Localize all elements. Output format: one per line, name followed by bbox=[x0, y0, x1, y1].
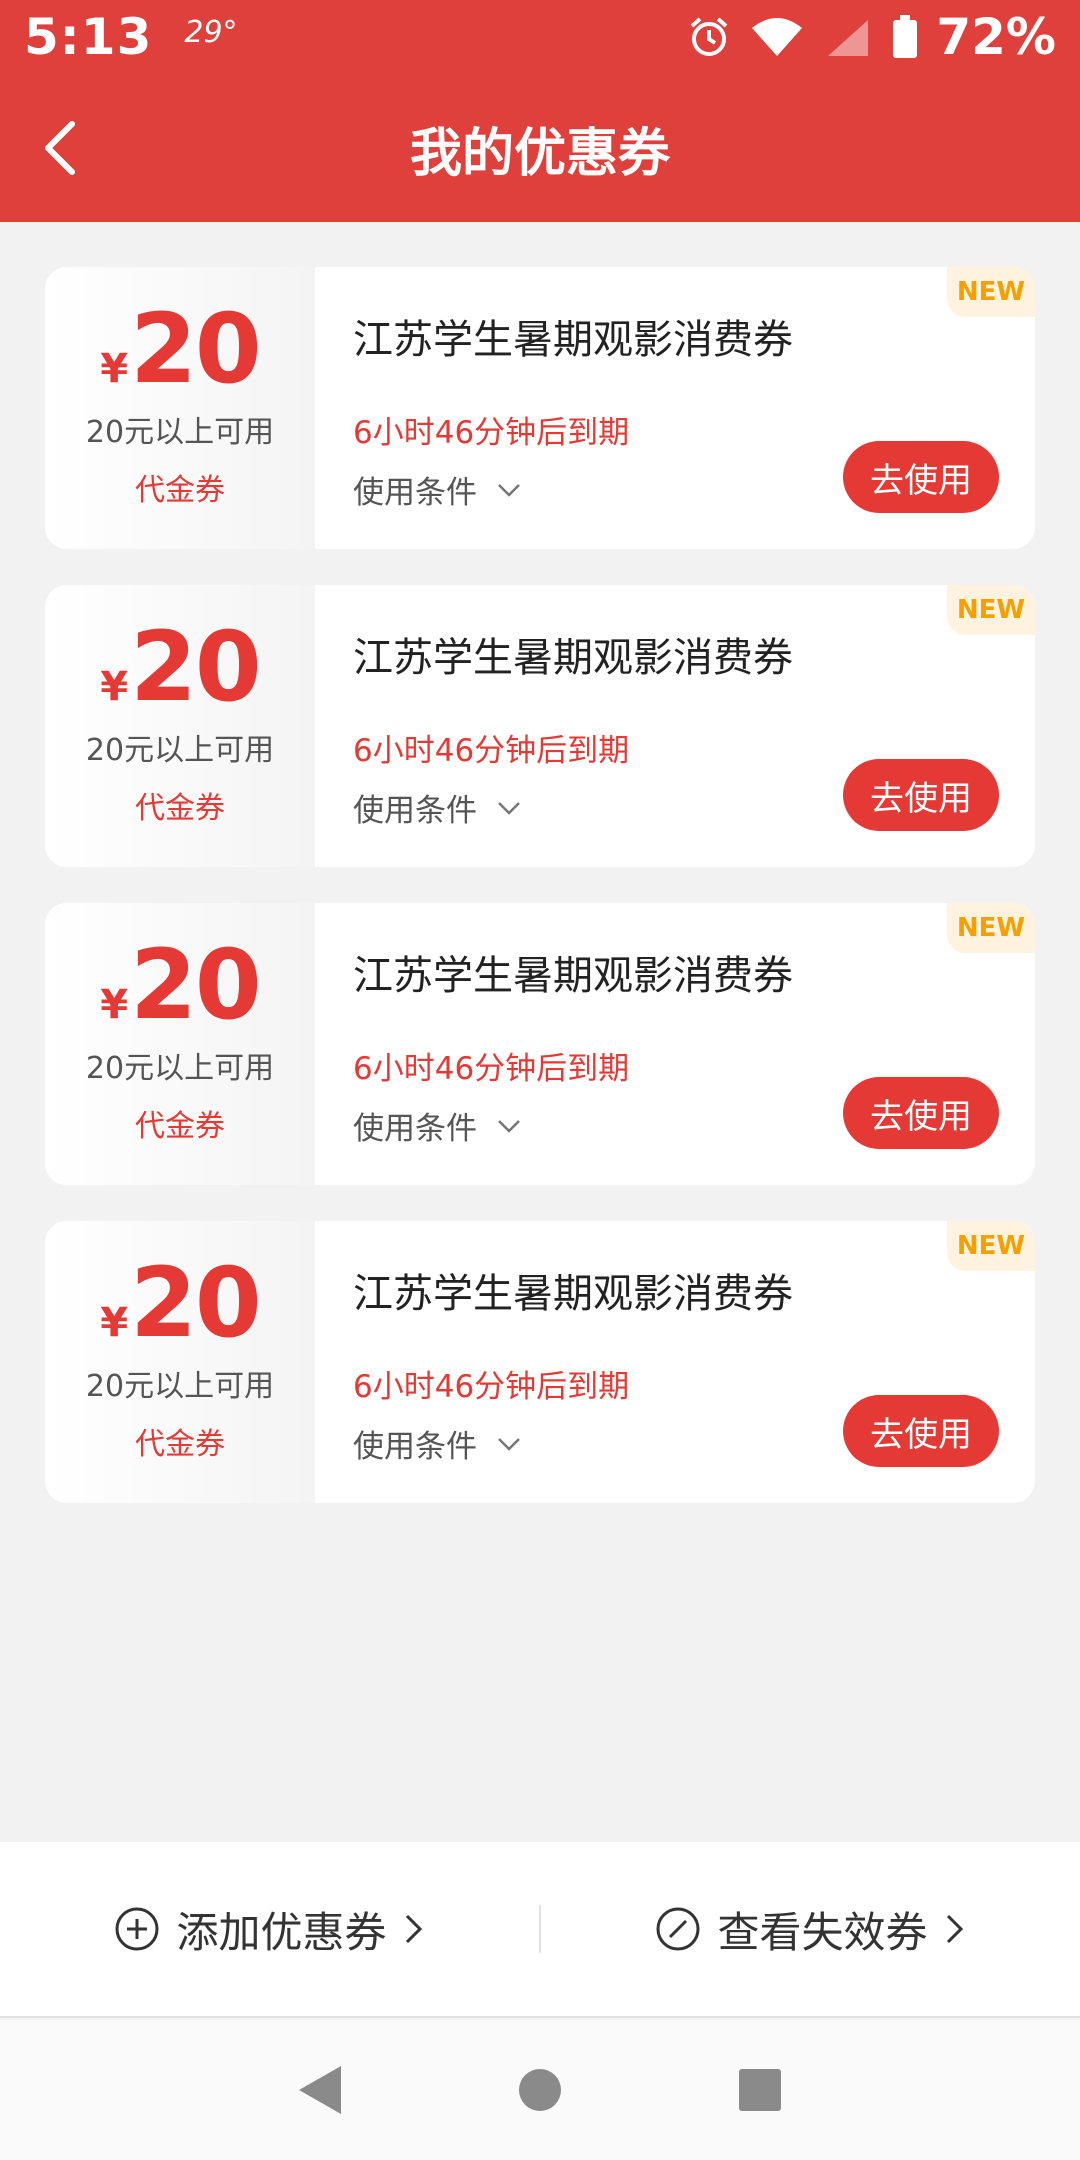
usage-conditions-label: 使用条件 bbox=[353, 475, 477, 511]
min-spend-condition: 20元以上可用 bbox=[85, 733, 275, 768]
back-button[interactable] bbox=[20, 108, 100, 188]
coupon-title: 江苏学生暑期观影消费券 bbox=[353, 635, 793, 681]
usage-conditions-toggle[interactable]: 使用条件 bbox=[353, 467, 521, 512]
system-recents-button[interactable] bbox=[720, 2050, 800, 2130]
add-coupon-button[interactable]: 添加优惠券 bbox=[0, 1899, 539, 1960]
chevron-down-icon bbox=[498, 1437, 520, 1451]
coupon-amount: ¥ 20 bbox=[100, 1247, 262, 1359]
chevron-right-icon bbox=[405, 1914, 422, 1944]
coupon-value-panel: ¥ 20 20元以上可用 代金券 bbox=[45, 1221, 315, 1503]
system-back-button[interactable] bbox=[280, 2050, 360, 2130]
currency-symbol: ¥ bbox=[100, 346, 129, 392]
chevron-left-icon bbox=[45, 121, 75, 175]
page-title: 我的优惠券 bbox=[409, 123, 670, 184]
coupon-details: 江苏学生暑期观影消费券 6小时46分钟后到期 使用条件 去使用 bbox=[315, 1221, 1035, 1503]
coupon-type: 代金券 bbox=[135, 1427, 225, 1462]
triangle-back-icon bbox=[299, 2066, 341, 2114]
status-time: 5:13 bbox=[24, 8, 153, 66]
coupon-type: 代金券 bbox=[135, 1109, 225, 1144]
app-header: 5:13 29° 72% 我的优惠券 bbox=[0, 0, 1080, 222]
new-badge: NEW bbox=[947, 585, 1035, 635]
status-icons: 72% bbox=[688, 8, 1056, 66]
coupon-type: 代金券 bbox=[135, 791, 225, 826]
currency-symbol: ¥ bbox=[100, 1300, 129, 1346]
signal-icon bbox=[828, 20, 869, 56]
coupon-card[interactable]: ¥ 20 20元以上可用 代金券 江苏学生暑期观影消费券 6小时46分钟后到期 … bbox=[45, 903, 1035, 1185]
chevron-down-icon bbox=[498, 801, 520, 815]
coupon-amount: ¥ 20 bbox=[100, 611, 262, 723]
chevron-down-icon bbox=[498, 483, 520, 497]
use-coupon-button[interactable]: 去使用 bbox=[843, 759, 999, 831]
use-coupon-button[interactable]: 去使用 bbox=[843, 1395, 999, 1467]
coupon-amount: ¥ 20 bbox=[100, 293, 262, 405]
use-coupon-button[interactable]: 去使用 bbox=[843, 441, 999, 513]
expiry-text: 6小时46分钟后到期 bbox=[353, 1369, 630, 1405]
coupon-details: 江苏学生暑期观影消费券 6小时46分钟后到期 使用条件 去使用 bbox=[315, 903, 1035, 1185]
amount-value: 20 bbox=[130, 293, 262, 405]
use-coupon-button[interactable]: 去使用 bbox=[843, 1077, 999, 1149]
new-badge: NEW bbox=[947, 903, 1035, 953]
system-home-button[interactable] bbox=[500, 2050, 580, 2130]
usage-conditions-label: 使用条件 bbox=[353, 793, 477, 829]
coupon-title: 江苏学生暑期观影消费券 bbox=[353, 953, 793, 999]
usage-conditions-label: 使用条件 bbox=[353, 1111, 477, 1147]
circle-home-icon bbox=[519, 2069, 561, 2111]
new-badge: NEW bbox=[947, 1221, 1035, 1271]
chevron-right-icon bbox=[946, 1914, 963, 1944]
amount-value: 20 bbox=[130, 1247, 262, 1359]
usage-conditions-label: 使用条件 bbox=[353, 1429, 477, 1465]
view-expired-label: 查看失效券 bbox=[717, 1907, 928, 1957]
status-temperature: 29° bbox=[184, 14, 238, 50]
currency-symbol: ¥ bbox=[100, 982, 129, 1028]
min-spend-condition: 20元以上可用 bbox=[85, 1369, 275, 1404]
expiry-text: 6小时46分钟后到期 bbox=[353, 1051, 630, 1087]
wifi-icon bbox=[752, 18, 803, 56]
coupon-card[interactable]: ¥ 20 20元以上可用 代金券 江苏学生暑期观影消费券 6小时46分钟后到期 … bbox=[45, 585, 1035, 867]
system-navigation-bar bbox=[0, 2020, 1080, 2160]
coupon-details: 江苏学生暑期观影消费券 6小时46分钟后到期 使用条件 去使用 bbox=[315, 267, 1035, 549]
coupon-title: 江苏学生暑期观影消费券 bbox=[353, 317, 793, 363]
status-bar: 5:13 29° 72% bbox=[0, 0, 1080, 74]
alarm-icon bbox=[690, 17, 728, 56]
coupon-card[interactable]: ¥ 20 20元以上可用 代金券 江苏学生暑期观影消费券 6小时46分钟后到期 … bbox=[45, 267, 1035, 549]
coupon-card[interactable]: ¥ 20 20元以上可用 代金券 江苏学生暑期观影消费券 6小时46分钟后到期 … bbox=[45, 1221, 1035, 1503]
battery-percentage: 72% bbox=[936, 8, 1056, 66]
amount-value: 20 bbox=[130, 611, 262, 723]
coupon-type: 代金券 bbox=[135, 473, 225, 508]
usage-conditions-toggle[interactable]: 使用条件 bbox=[353, 1103, 521, 1148]
min-spend-condition: 20元以上可用 bbox=[85, 1051, 275, 1086]
coupon-title: 江苏学生暑期观影消费券 bbox=[353, 1271, 793, 1317]
add-coupon-label: 添加优惠券 bbox=[176, 1907, 387, 1957]
usage-conditions-toggle[interactable]: 使用条件 bbox=[353, 1421, 521, 1466]
coupon-details: 江苏学生暑期观影消费券 6小时46分钟后到期 使用条件 去使用 bbox=[315, 585, 1035, 867]
square-recents-icon bbox=[739, 2069, 781, 2111]
navigation-bar: 我的优惠券 bbox=[0, 74, 1080, 222]
battery-icon bbox=[893, 15, 918, 58]
expiry-text: 6小时46分钟后到期 bbox=[353, 733, 630, 769]
coupon-list: ¥ 20 20元以上可用 代金券 江苏学生暑期观影消费券 6小时46分钟后到期 … bbox=[45, 267, 1035, 1539]
amount-value: 20 bbox=[130, 929, 262, 1041]
coupon-value-panel: ¥ 20 20元以上可用 代金券 bbox=[45, 903, 315, 1185]
view-expired-coupons-button[interactable]: 查看失效券 bbox=[541, 1899, 1080, 1960]
expiry-text: 6小时46分钟后到期 bbox=[353, 415, 630, 451]
currency-symbol: ¥ bbox=[100, 664, 129, 710]
coupon-value-panel: ¥ 20 20元以上可用 代金券 bbox=[45, 267, 315, 549]
new-badge: NEW bbox=[947, 267, 1035, 317]
coupon-value-panel: ¥ 20 20元以上可用 代金券 bbox=[45, 585, 315, 867]
coupon-amount: ¥ 20 bbox=[100, 929, 262, 1041]
min-spend-condition: 20元以上可用 bbox=[85, 415, 275, 450]
usage-conditions-toggle[interactable]: 使用条件 bbox=[353, 785, 521, 830]
ban-circle-icon bbox=[656, 1907, 700, 1951]
bottom-action-bar: 添加优惠券 查看失效券 bbox=[0, 1842, 1080, 2018]
plus-circle-icon bbox=[115, 1907, 159, 1951]
chevron-down-icon bbox=[498, 1119, 520, 1133]
